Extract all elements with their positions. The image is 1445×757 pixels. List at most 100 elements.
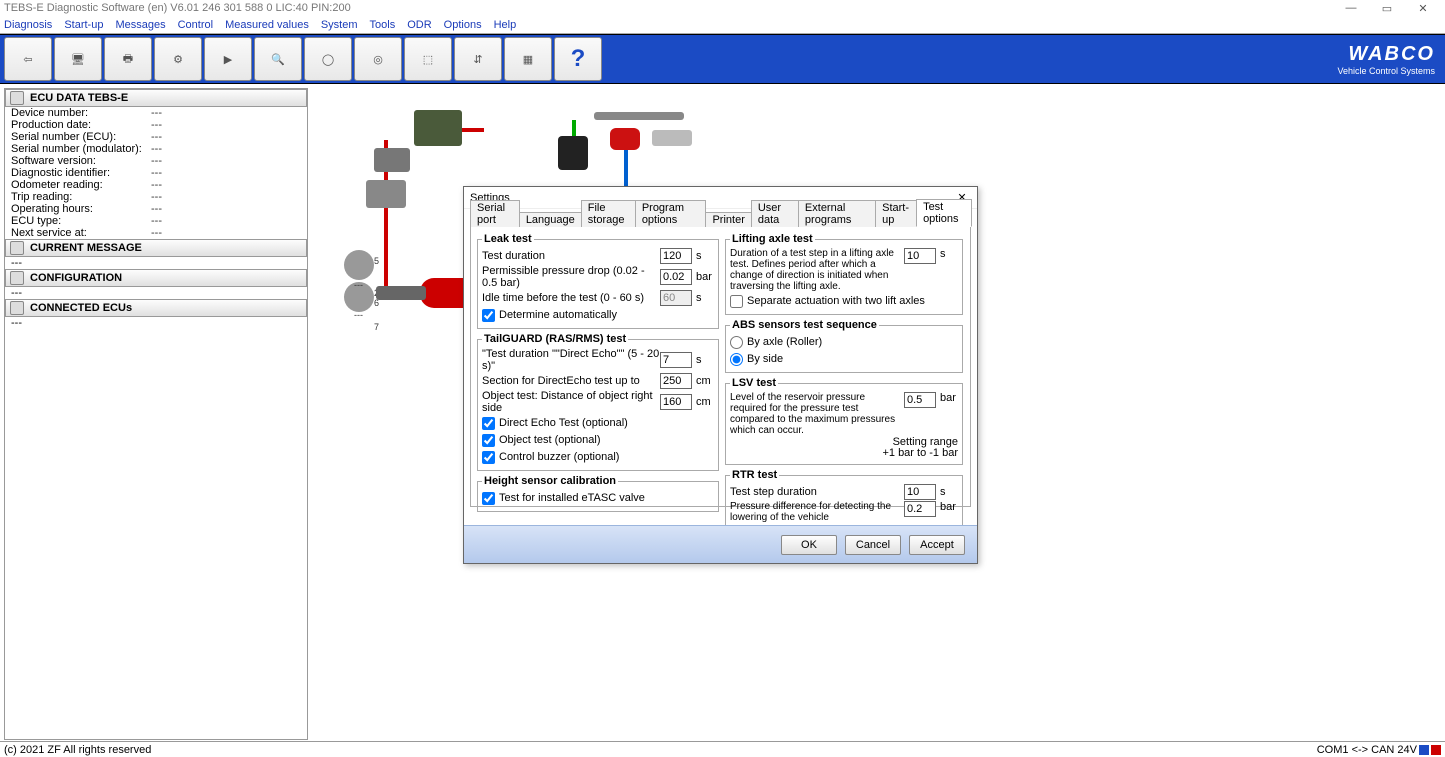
minimize-icon[interactable]: — <box>1333 0 1369 16</box>
leak-duration-input[interactable] <box>660 248 692 264</box>
toolbar: ⇦ 🖥 🖶 ⚙ ▶ 🔍 ◯ ◎ ⬚ ⇵ ▦ ? WABCO Vehicle Co… <box>0 34 1445 84</box>
sidebar-cfg-header: CONFIGURATION <box>5 269 307 287</box>
tab-start-up[interactable]: Start-up <box>875 200 917 227</box>
ecu-row: Production date:--- <box>5 119 307 131</box>
ecu-row: Serial number (modulator):--- <box>5 143 307 155</box>
tb-btn-11[interactable]: ▦ <box>504 37 552 81</box>
rtr-step-input[interactable] <box>904 484 936 500</box>
accept-button[interactable]: Accept <box>909 535 965 555</box>
tb-btn-10[interactable]: ⇵ <box>454 37 502 81</box>
tab-test-options[interactable]: Test options <box>916 199 972 227</box>
magnify-icon <box>10 241 24 255</box>
window-title: TEBS-E Diagnostic Software (en) V6.01 24… <box>4 2 351 14</box>
menu-odr[interactable]: ODR <box>407 19 431 31</box>
tab-serial-port[interactable]: Serial port <box>470 200 520 227</box>
status-ind-blue-icon <box>1419 745 1429 755</box>
cancel-button[interactable]: Cancel <box>845 535 901 555</box>
window-titlebar: TEBS-E Diagnostic Software (en) V6.01 24… <box>0 0 1445 16</box>
menu-options[interactable]: Options <box>444 19 482 31</box>
sidebar: ECU DATA TEBS-E Device number:---Product… <box>4 88 308 740</box>
group-height: Height sensor calibration Test for insta… <box>477 475 719 512</box>
tb-btn-7[interactable]: ◯ <box>304 37 352 81</box>
tb-btn-9[interactable]: ⬚ <box>404 37 452 81</box>
maximize-icon[interactable]: ▭ <box>1369 0 1405 16</box>
conn-row: --- <box>5 317 307 329</box>
tail-section-input[interactable] <box>660 373 692 389</box>
menu-system[interactable]: System <box>321 19 358 31</box>
menu-tools[interactable]: Tools <box>370 19 396 31</box>
tab-printer[interactable]: Printer <box>705 212 751 227</box>
menu-startup[interactable]: Start-up <box>64 19 103 31</box>
settings-dialog: Settings ✕ Serial portLanguageFile stora… <box>463 186 978 564</box>
leak-drop-input[interactable] <box>660 269 692 285</box>
ecu-rows: Device number:---Production date:---Seri… <box>5 107 307 239</box>
group-abs: ABS sensors test sequence By axle (Rolle… <box>725 319 963 373</box>
leak-idle-input <box>660 290 692 306</box>
gear-icon <box>10 271 24 285</box>
tab-program-options[interactable]: Program options <box>635 200 707 227</box>
tail-directecho-check[interactable] <box>482 417 495 430</box>
msg-row: --- <box>5 257 307 269</box>
height-etasc-check[interactable] <box>482 492 495 505</box>
tb-btn-3[interactable]: 🖶 <box>104 37 152 81</box>
tail-echo-input[interactable] <box>660 352 692 368</box>
tail-object-input[interactable] <box>660 394 692 410</box>
tab-user-data[interactable]: User data <box>751 200 799 227</box>
sidebar-ecu-header: ECU DATA TEBS-E <box>5 89 307 107</box>
ecu-row: Serial number (ECU):--- <box>5 131 307 143</box>
menu-diagnosis[interactable]: Diagnosis <box>4 19 52 31</box>
tb-btn-6[interactable]: 🔍 <box>254 37 302 81</box>
group-rtr: RTR test Test step durations Pressure di… <box>725 469 963 529</box>
sidebar-conn-header: CONNECTED ECUs <box>5 299 307 317</box>
ecu-row: Odometer reading:--- <box>5 179 307 191</box>
ok-button[interactable]: OK <box>781 535 837 555</box>
close-icon[interactable]: ✕ <box>1405 0 1441 16</box>
tab-external-programs[interactable]: External programs <box>798 200 876 227</box>
menu-help[interactable]: Help <box>494 19 517 31</box>
abs-byaxle-radio[interactable] <box>730 336 743 349</box>
tb-btn-4[interactable]: ⚙ <box>154 37 202 81</box>
dialog-buttons: OK Cancel Accept <box>464 525 977 563</box>
tab-testoptions-page: Leak test Test durations Permissible pre… <box>470 227 971 507</box>
ecu-row: ECU type:--- <box>5 215 307 227</box>
group-lsv: LSV test Level of the reservoir pressure… <box>725 377 963 465</box>
ecu-row: Trip reading:--- <box>5 191 307 203</box>
tail-objecttest-check[interactable] <box>482 434 495 447</box>
menu-control[interactable]: Control <box>178 19 213 31</box>
group-leak: Leak test Test durations Permissible pre… <box>477 233 719 329</box>
link-icon <box>10 301 24 315</box>
group-lifting: Lifting axle test Duration of a test ste… <box>725 233 963 315</box>
tb-btn-2[interactable]: 🖥 <box>54 37 102 81</box>
chip-icon <box>10 91 24 105</box>
group-tailguard: TailGUARD (RAS/RMS) test "Test duration … <box>477 333 719 471</box>
lift-separate-check[interactable] <box>730 295 743 308</box>
lsv-input[interactable] <box>904 392 936 408</box>
tb-btn-1[interactable]: ⇦ <box>4 37 52 81</box>
brand-tag: Vehicle Control Systems <box>1337 66 1435 76</box>
menu-measured[interactable]: Measured values <box>225 19 309 31</box>
status-left: (c) 2021 ZF All rights reserved <box>4 744 151 756</box>
tb-help-icon[interactable]: ? <box>554 37 602 81</box>
tb-btn-8[interactable]: ◎ <box>354 37 402 81</box>
ecu-row: Diagnostic identifier:--- <box>5 167 307 179</box>
menubar: Diagnosis Start-up Messages Control Meas… <box>0 16 1445 34</box>
status-right: COM1 <-> CAN 24V <box>1317 744 1417 756</box>
sidebar-msg-header: CURRENT MESSAGE <box>5 239 307 257</box>
leak-auto-check[interactable] <box>482 309 495 322</box>
rtr-press-input[interactable] <box>904 501 936 517</box>
dialog-tabbar: Serial portLanguageFile storageProgram o… <box>470 209 971 227</box>
tab-file-storage[interactable]: File storage <box>581 200 636 227</box>
brand: WABCO Vehicle Control Systems <box>1337 43 1435 76</box>
tab-language[interactable]: Language <box>519 212 582 227</box>
ecu-row: Device number:--- <box>5 107 307 119</box>
ecu-row: Operating hours:--- <box>5 203 307 215</box>
cfg-row: --- <box>5 287 307 299</box>
abs-byside-radio[interactable] <box>730 353 743 366</box>
tail-buzzer-check[interactable] <box>482 451 495 464</box>
tb-btn-5[interactable]: ▶ <box>204 37 252 81</box>
lift-duration-input[interactable] <box>904 248 936 264</box>
statusbar: (c) 2021 ZF All rights reserved COM1 <->… <box>0 741 1445 757</box>
menu-messages[interactable]: Messages <box>115 19 165 31</box>
status-ind-red-icon <box>1431 745 1441 755</box>
ecu-row: Next service at:--- <box>5 227 307 239</box>
